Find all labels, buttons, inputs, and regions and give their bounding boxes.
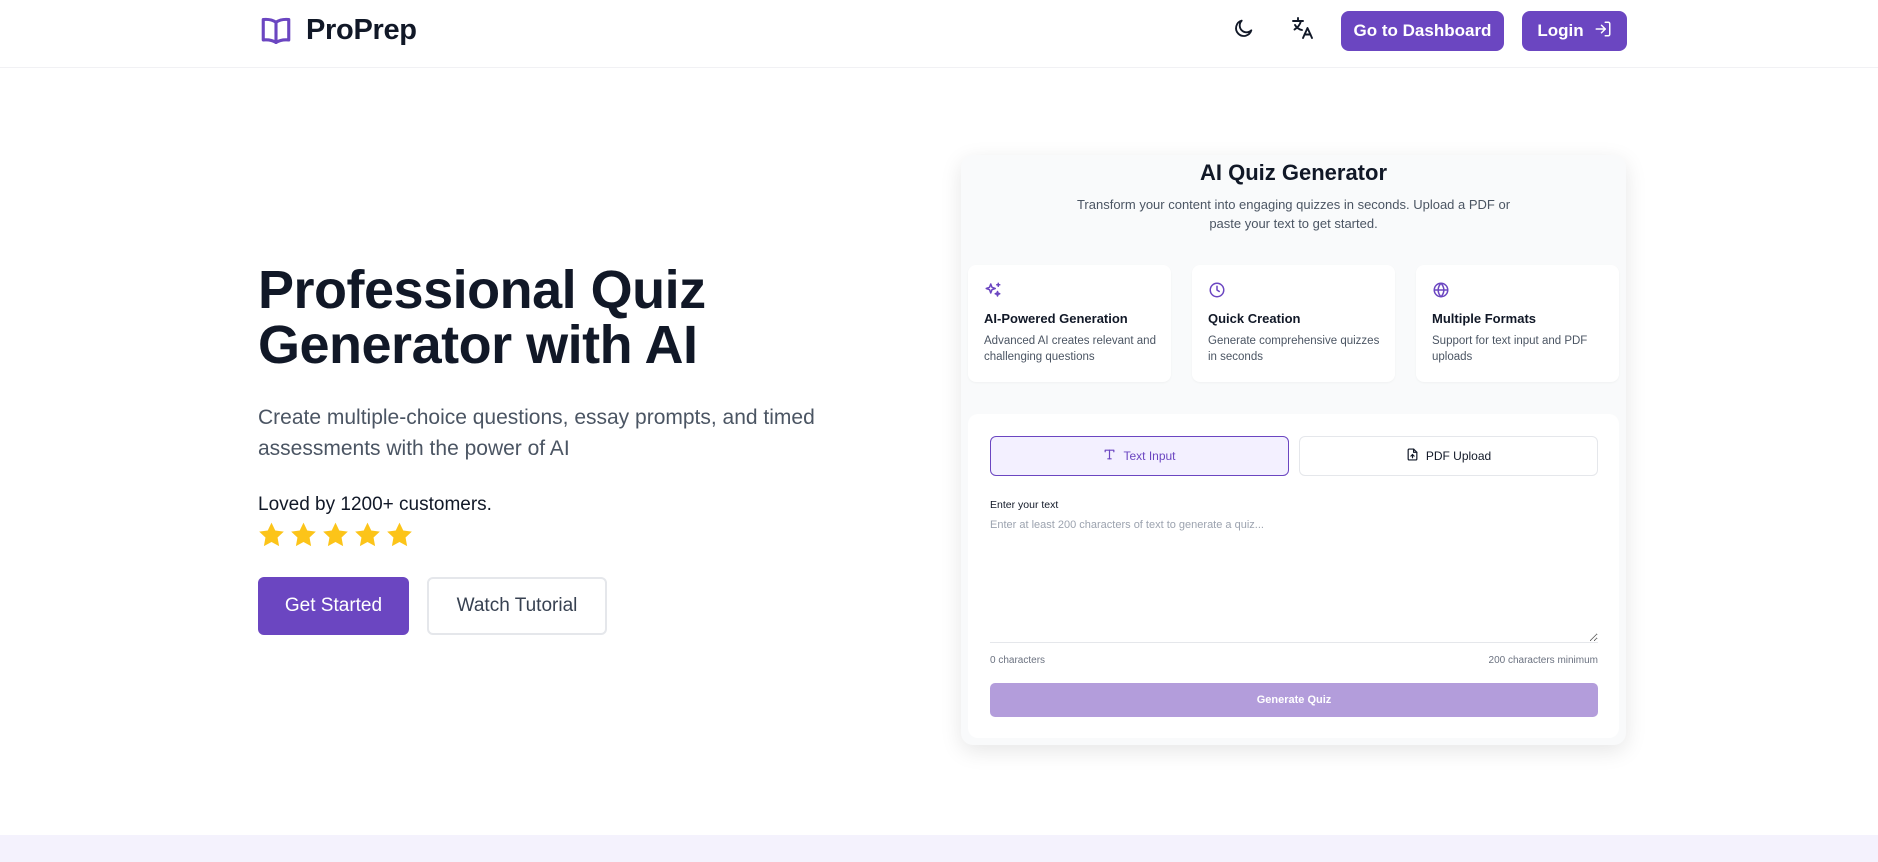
book-icon — [258, 12, 294, 48]
generate-quiz-label: Generate Quiz — [1256, 694, 1332, 706]
star-icon — [387, 522, 412, 547]
quiz-generator-card: AI Quiz Generator Transform your content… — [961, 155, 1626, 745]
translate-icon — [1291, 16, 1315, 45]
sparkles-icon — [984, 281, 1002, 299]
login-button[interactable]: Login — [1522, 11, 1627, 51]
hero-subtitle: Create multiple-choice questions, essay … — [258, 406, 815, 460]
tab-pdf-upload[interactable]: PDF Upload — [1299, 436, 1598, 476]
hero-title: Professional Quiz Generator with AI — [258, 260, 706, 375]
feature-description: Support for text input and PDF uploads — [1432, 335, 1588, 363]
file-upload-icon — [1406, 448, 1419, 464]
moon-icon — [1233, 17, 1255, 44]
watch-tutorial-button[interactable]: Watch Tutorial — [427, 577, 607, 635]
generate-quiz-button[interactable]: Generate Quiz — [990, 683, 1598, 717]
star-icon — [291, 522, 316, 547]
feature-title: AI-Powered Generation — [984, 311, 1128, 326]
tab-label: PDF Upload — [1425, 449, 1492, 463]
quiz-text-input[interactable] — [990, 519, 1598, 643]
character-minimum: 200 characters minimum — [1488, 655, 1598, 666]
quiz-input-panel: Text Input PDF Upload Enter your text 0 … — [968, 414, 1619, 738]
top-navbar: ProPrep Go to Dashboard Login — [0, 0, 1878, 68]
customer-count: Loved by 1200+ customers. — [258, 494, 492, 515]
feature-card: Multiple Formats Support for text input … — [1416, 265, 1619, 382]
rating-stars — [257, 520, 414, 550]
theme-toggle-button[interactable] — [1229, 15, 1259, 45]
watch-tutorial-label: Watch Tutorial — [456, 595, 578, 616]
star-icon — [355, 522, 380, 547]
card-description: Transform your content into engaging qui… — [1076, 197, 1511, 231]
next-section-band — [0, 835, 1878, 862]
feature-description: Advanced AI creates relevant and challen… — [984, 335, 1156, 363]
get-started-label: Get Started — [284, 595, 383, 616]
login-button-label: Login — [1537, 21, 1584, 40]
feature-title: Quick Creation — [1208, 311, 1301, 326]
tab-text-input[interactable]: Text Input — [990, 436, 1289, 476]
tab-label: Text Input — [1123, 449, 1176, 463]
feature-card: Quick Creation Generate comprehensive qu… — [1192, 265, 1395, 382]
feature-description: Generate comprehensive quizzes in second… — [1208, 335, 1380, 363]
text-type-icon — [1103, 448, 1116, 464]
brand-logo[interactable]: ProPrep — [258, 12, 417, 48]
language-button[interactable] — [1288, 15, 1318, 45]
star-icon — [323, 522, 348, 547]
brand-name: ProPrep — [306, 13, 417, 46]
login-arrow-icon — [1594, 20, 1612, 43]
card-title: AI Quiz Generator — [1199, 160, 1388, 185]
dashboard-button-label: Go to Dashboard — [1353, 21, 1492, 40]
feature-card: AI-Powered Generation Advanced AI create… — [968, 265, 1171, 382]
character-count: 0 characters — [990, 655, 1046, 666]
clock-icon — [1208, 281, 1226, 299]
go-to-dashboard-button[interactable]: Go to Dashboard — [1341, 11, 1504, 51]
star-icon — [259, 522, 284, 547]
feature-title: Multiple Formats — [1432, 311, 1537, 326]
get-started-button[interactable]: Get Started — [258, 577, 409, 635]
globe-icon — [1432, 281, 1450, 299]
text-field-label: Enter your text — [990, 499, 1059, 511]
